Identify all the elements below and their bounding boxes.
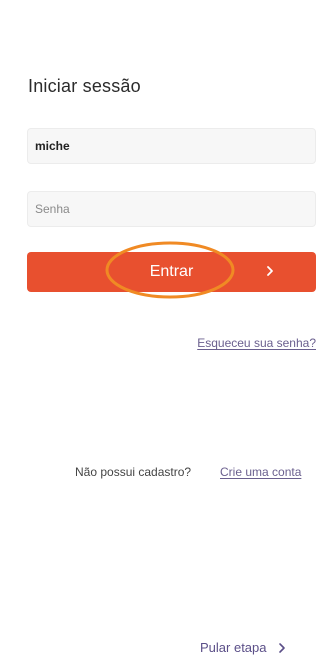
login-button[interactable]: Entrar — [27, 252, 316, 292]
no-account-text: Não possui cadastro? — [75, 465, 192, 479]
chevron-right-icon — [267, 266, 273, 276]
username-input[interactable] — [27, 128, 316, 164]
page-title: Iniciar sessão — [28, 76, 141, 96]
create-account-link[interactable]: Crie uma conta — [220, 465, 301, 479]
skip-step-button[interactable]: Pular etapa — [200, 640, 287, 655]
password-input[interactable] — [27, 191, 316, 227]
skip-step-label: Pular etapa — [200, 640, 267, 655]
chevron-right-icon — [278, 642, 285, 653]
forgot-password-link[interactable]: Esqueceu sua senha? — [197, 336, 316, 350]
